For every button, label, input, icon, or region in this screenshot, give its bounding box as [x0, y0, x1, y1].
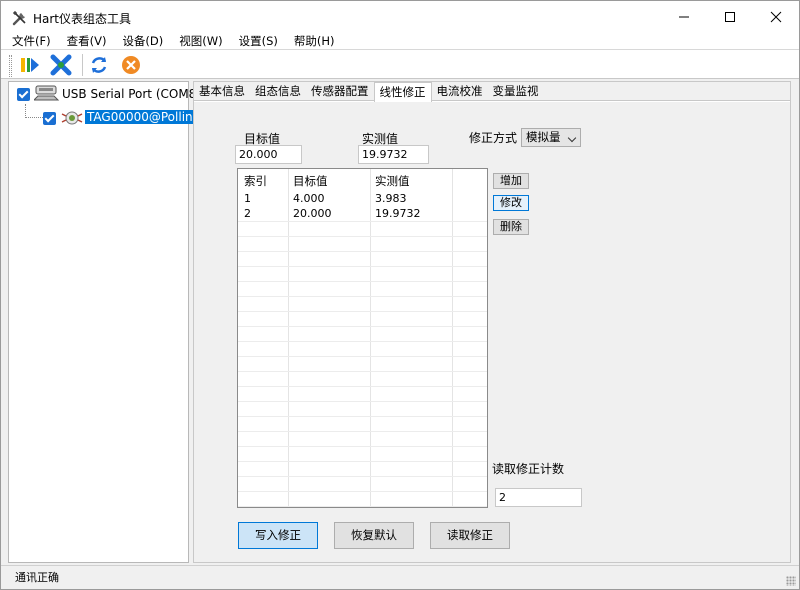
table-gridline — [238, 341, 487, 342]
main-panel: 基本信息 组态信息 传感器配置 线性修正 电流校准 变量监视 目标值 20.00… — [193, 81, 791, 563]
toolbar-separator — [82, 54, 83, 76]
delete-button[interactable]: 删除 — [493, 219, 529, 235]
menu-file[interactable]: 文件(F) — [1, 33, 56, 49]
port-node-label[interactable]: USB Serial Port (COM8) — [62, 87, 201, 101]
connect-button[interactable] — [18, 53, 42, 77]
menu-device[interactable]: 设备(D) — [111, 33, 168, 49]
status-text: 通讯正确 — [15, 571, 59, 584]
serial-port-icon — [32, 84, 60, 107]
correction-mode-label: 修正方式 — [469, 131, 518, 145]
menu-help[interactable]: 帮助(H) — [283, 33, 340, 49]
row-target: 20.000 — [293, 207, 332, 220]
menu-window[interactable]: 视图(W) — [168, 33, 227, 49]
minimize-button[interactable] — [661, 1, 707, 33]
table-header: 索引 目标值 实测值 — [238, 169, 487, 191]
tab-variable-monitor[interactable]: 变量监视 — [488, 82, 544, 100]
close-icon — [770, 11, 782, 23]
header-measured[interactable]: 实测值 — [375, 173, 410, 189]
menu-bar: 文件(F) 查看(V) 设备(D) 视图(W) 设置(S) 帮助(H) — [1, 33, 799, 49]
table-gridline — [238, 371, 487, 372]
table-gridline — [238, 266, 487, 267]
read-correction-button[interactable]: 读取修正 — [430, 522, 510, 549]
row-index: 2 — [244, 207, 251, 220]
table-gridline — [238, 251, 487, 252]
correction-mode-select[interactable]: 模拟量 — [521, 128, 581, 147]
target-value-input[interactable]: 20.000 — [235, 145, 302, 164]
maximize-button[interactable] — [707, 1, 753, 33]
linear-correction-page: 目标值 20.000 实测值 19.9732 修正方式 模拟量 索引 目标值 实… — [194, 102, 790, 562]
refresh-icon — [91, 57, 107, 73]
device-checkbox[interactable] — [43, 112, 56, 125]
stop-icon — [122, 56, 140, 74]
title-bar: Hart仪表组态工具 — [1, 1, 799, 33]
app-window: Hart仪表组态工具 文件(F) 查看(V) 设备(D) 视图(W) 设置(S)… — [0, 0, 800, 590]
table-gridline — [238, 431, 487, 432]
maximize-icon — [725, 12, 735, 22]
tab-current-calibration[interactable]: 电流校准 — [432, 82, 488, 100]
table-gridline — [238, 296, 487, 297]
tab-basic-info[interactable]: 基本信息 — [194, 82, 250, 100]
table-gridline — [238, 281, 487, 282]
disconnect-button[interactable] — [49, 53, 73, 77]
table-row[interactable]: 1 4.000 3.983 — [238, 191, 487, 206]
tools-icon — [12, 10, 28, 26]
table-row[interactable]: 2 20.000 19.9732 — [238, 206, 487, 221]
read-count-label: 读取修正计数 — [492, 462, 565, 476]
menu-settings[interactable]: 设置(S) — [228, 33, 283, 49]
table-gridline — [238, 506, 487, 507]
hart-device-icon — [60, 108, 84, 131]
chevron-down-icon — [567, 133, 577, 143]
row-measured: 3.983 — [375, 192, 407, 205]
tab-bar: 基本信息 组态信息 传感器配置 线性修正 电流校准 变量监视 — [194, 82, 790, 102]
disconnect-icon — [50, 54, 72, 76]
row-measured: 19.9732 — [375, 207, 421, 220]
status-bar: 通讯正确 — [1, 565, 799, 589]
table-gridline — [238, 476, 487, 477]
table-gridline — [238, 401, 487, 402]
add-button[interactable]: 增加 — [493, 173, 529, 189]
table-gridline — [238, 356, 487, 357]
close-button[interactable] — [753, 1, 799, 33]
read-count-input[interactable]: 2 — [495, 488, 582, 507]
connect-icon — [21, 58, 39, 72]
stop-button[interactable] — [119, 53, 143, 77]
window-title: Hart仪表组态工具 — [33, 12, 132, 26]
minimize-icon — [679, 16, 689, 18]
correction-mode-value: 模拟量 — [526, 130, 561, 144]
table-gridline — [238, 326, 487, 327]
correction-table[interactable]: 索引 目标值 实测值 1 4.000 3.983 2 20.000 19.973… — [237, 168, 488, 508]
table-gridline — [238, 446, 487, 447]
table-gridline — [238, 311, 487, 312]
table-gridline — [238, 386, 487, 387]
measured-value-input[interactable]: 19.9732 — [358, 145, 429, 164]
table-gridline — [238, 461, 487, 462]
row-target: 4.000 — [293, 192, 325, 205]
row-index: 1 — [244, 192, 251, 205]
port-checkbox[interactable] — [17, 88, 30, 101]
toolbar-grip[interactable] — [9, 55, 12, 77]
device-tree: USB Serial Port (COM8) TAG00000@Polling … — [8, 81, 214, 563]
tree-connector — [25, 104, 26, 118]
table-gridline — [238, 416, 487, 417]
table-gridline — [238, 491, 487, 492]
table-gridline — [238, 221, 487, 222]
toolbar — [1, 49, 799, 79]
tab-linear-correction[interactable]: 线性修正 — [373, 82, 432, 102]
modify-button[interactable]: 修改 — [493, 195, 529, 211]
resize-grip[interactable] — [786, 576, 796, 586]
tree-connector — [25, 117, 43, 118]
restore-default-button[interactable]: 恢复默认 — [334, 522, 414, 549]
menu-view[interactable]: 查看(V) — [56, 33, 112, 49]
tab-config-info[interactable]: 组态信息 — [250, 82, 306, 100]
table-gridline — [238, 236, 487, 237]
header-target[interactable]: 目标值 — [293, 173, 328, 189]
refresh-button[interactable] — [87, 53, 111, 77]
header-index[interactable]: 索引 — [244, 173, 267, 189]
tab-sensor-config[interactable]: 传感器配置 — [306, 82, 374, 100]
write-correction-button[interactable]: 写入修正 — [238, 522, 318, 549]
